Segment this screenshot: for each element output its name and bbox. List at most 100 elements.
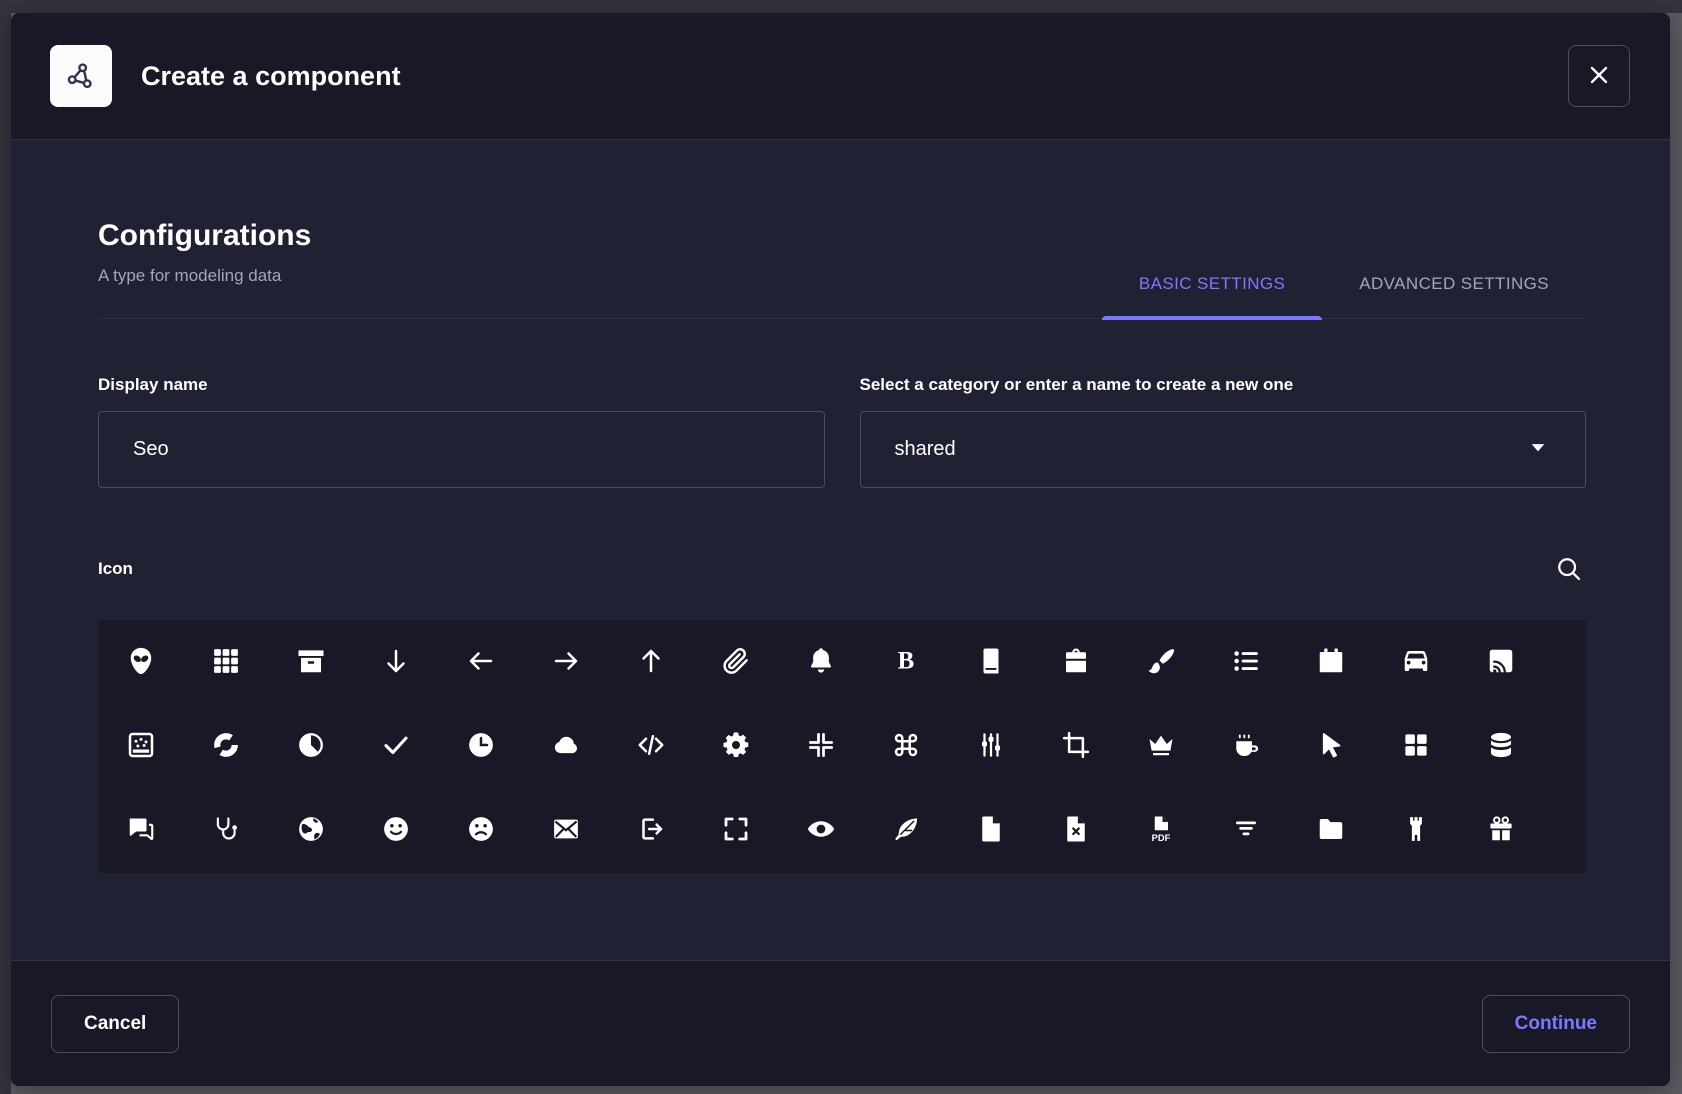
icon-option-code[interactable] [620, 716, 682, 778]
briefcase-icon [1061, 646, 1091, 679]
command-icon [891, 730, 921, 763]
dialog-footer: Cancel Continue [11, 960, 1670, 1086]
icon-option-cog[interactable] [705, 716, 767, 778]
icon-label: Icon [98, 559, 133, 579]
doctor-icon [211, 814, 241, 847]
icon-option-console[interactable] [960, 716, 1022, 778]
crown-icon [1146, 730, 1176, 763]
icon-option-apps[interactable] [195, 632, 257, 694]
icon-option-brush[interactable] [1130, 632, 1192, 694]
icon-option-crown[interactable] [1130, 716, 1192, 778]
icon-option-eye[interactable] [790, 800, 852, 862]
icon-option-clock[interactable] [450, 716, 512, 778]
file-icon [976, 814, 1006, 847]
dialog-body: Configurations A type for modeling data … [11, 140, 1670, 960]
display-name-input[interactable]: Seo [98, 411, 825, 488]
tab-basic-settings[interactable]: BASIC SETTINGS [1102, 274, 1322, 318]
earth-icon [296, 814, 326, 847]
icon-option-check[interactable] [365, 716, 427, 778]
cloud-icon [551, 730, 581, 763]
icon-option-arrow-right[interactable] [535, 632, 597, 694]
icon-option-calendar[interactable] [1300, 632, 1362, 694]
display-name-value: Seo [133, 438, 169, 461]
intro-row: Configurations A type for modeling data … [98, 218, 1586, 319]
section-subtitle: A type for modeling data [98, 266, 311, 318]
display-name-label: Display name [98, 375, 825, 395]
category-field: Select a category or enter a name to cre… [860, 375, 1587, 488]
icon-option-alien[interactable] [110, 632, 172, 694]
icon-option-folder[interactable] [1300, 800, 1362, 862]
icon-option-bell[interactable] [790, 632, 852, 694]
icon-option-cloud[interactable] [535, 716, 597, 778]
arrow-up-icon [636, 646, 666, 679]
icon-option-file-error[interactable] [1045, 800, 1107, 862]
brush-icon [1146, 646, 1176, 679]
calendar-icon [1316, 646, 1346, 679]
collapse-icon [806, 730, 836, 763]
check-icon [381, 730, 411, 763]
exit-icon [636, 814, 666, 847]
database-icon [1486, 730, 1516, 763]
page-backdrop: { "modal": { "header": { "title": "Creat… [0, 0, 1682, 1094]
car-icon [1401, 646, 1431, 679]
icon-option-arrow-up[interactable] [620, 632, 682, 694]
archive-icon [296, 646, 326, 679]
apps-icon [211, 646, 241, 679]
file-pdf-icon: PDF [1146, 814, 1176, 847]
icon-option-emotion-unhappy[interactable] [450, 800, 512, 862]
dashboard-icon [1401, 730, 1431, 763]
icon-option-feather[interactable] [875, 800, 937, 862]
icon-option-chart-bubble[interactable] [110, 716, 172, 778]
icon-option-discuss[interactable] [110, 800, 172, 862]
icon-option-cursor[interactable] [1300, 716, 1362, 778]
icon-option-earth[interactable] [280, 800, 342, 862]
close-icon [1585, 61, 1613, 92]
category-select[interactable]: shared [860, 411, 1587, 488]
icon-option-arrow-down[interactable] [365, 632, 427, 694]
display-name-field: Display name Seo [98, 375, 825, 488]
icon-option-chart-circle[interactable] [195, 716, 257, 778]
icon-option-gift[interactable] [1470, 800, 1532, 862]
icon-option-bullet-list[interactable] [1215, 632, 1277, 694]
filter-icon [1231, 814, 1261, 847]
icon-option-exit[interactable] [620, 800, 682, 862]
icon-option-expand[interactable] [705, 800, 767, 862]
folder-icon [1316, 814, 1346, 847]
arrow-right-icon [551, 646, 581, 679]
icon-option-car[interactable] [1385, 632, 1447, 694]
icon-option-cast[interactable] [1470, 632, 1532, 694]
console-icon [976, 730, 1006, 763]
continue-button[interactable]: Continue [1482, 995, 1630, 1053]
tab-advanced-settings[interactable]: ADVANCED SETTINGS [1322, 274, 1586, 318]
cancel-button[interactable]: Cancel [51, 995, 179, 1053]
dialog-header: Create a component [11, 13, 1670, 140]
icon-option-fort[interactable] [1385, 800, 1447, 862]
icon-option-bold[interactable]: B [875, 632, 937, 694]
search-icon[interactable] [1552, 552, 1586, 586]
intro-text: Configurations A type for modeling data [98, 218, 311, 318]
icon-option-filter[interactable] [1215, 800, 1277, 862]
icon-option-arrow-left[interactable] [450, 632, 512, 694]
icon-option-archive[interactable] [280, 632, 342, 694]
icon-option-dashboard[interactable] [1385, 716, 1447, 778]
icon-option-book[interactable] [960, 632, 1022, 694]
icon-option-cup[interactable] [1215, 716, 1277, 778]
icon-option-emotion-happy[interactable] [365, 800, 427, 862]
create-component-dialog: Create a component Configurations A type… [11, 13, 1670, 1086]
icon-option-doctor[interactable] [195, 800, 257, 862]
icon-option-file[interactable] [960, 800, 1022, 862]
emotion-unhappy-icon [466, 814, 496, 847]
icon-option-collapse[interactable] [790, 716, 852, 778]
icon-option-envelop[interactable] [535, 800, 597, 862]
icon-option-file-pdf[interactable]: PDF [1130, 800, 1192, 862]
icon-option-attachment[interactable] [705, 632, 767, 694]
bold-icon: B [891, 646, 921, 679]
icon-option-chart-pie[interactable] [280, 716, 342, 778]
cog-icon [721, 730, 751, 763]
icon-option-database[interactable] [1470, 716, 1532, 778]
icon-option-command[interactable] [875, 716, 937, 778]
icon-option-crop[interactable] [1045, 716, 1107, 778]
close-button[interactable] [1568, 45, 1630, 107]
book-icon [976, 646, 1006, 679]
icon-option-briefcase[interactable] [1045, 632, 1107, 694]
